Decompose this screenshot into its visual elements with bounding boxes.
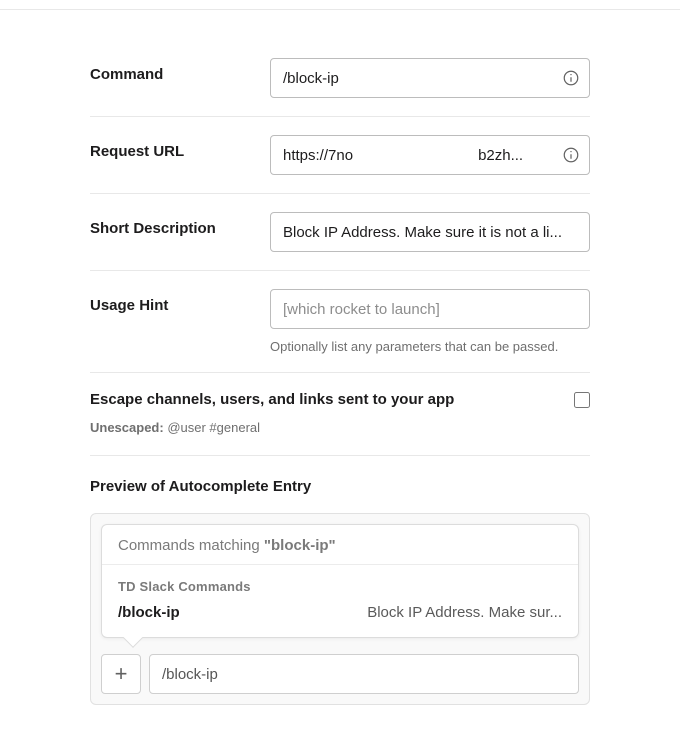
plus-icon: + xyxy=(115,661,128,687)
row-request-url: Request URL xyxy=(90,117,590,194)
usage-hint-input[interactable] xyxy=(270,289,590,329)
escape-sub-rest: @user #general xyxy=(164,420,260,435)
label-command: Command xyxy=(90,58,270,83)
row-command: Command xyxy=(90,40,590,117)
label-short-description: Short Description xyxy=(90,212,270,237)
request-url-input[interactable] xyxy=(270,135,590,175)
matching-prefix: Commands matching xyxy=(118,537,264,554)
label-escape: Escape channels, users, and links sent t… xyxy=(90,391,454,408)
add-button[interactable]: + xyxy=(101,654,141,694)
tooltip-head: Commands matching "block-ip" xyxy=(102,525,578,565)
escape-checkbox[interactable] xyxy=(574,392,590,408)
command-line[interactable]: /block-ip Block IP Address. Make sur... xyxy=(118,604,562,621)
info-icon[interactable] xyxy=(562,146,580,164)
tooltip-body: TD Slack Commands /block-ip Block IP Add… xyxy=(102,565,578,637)
usage-hint-helper: Optionally list any parameters that can … xyxy=(270,339,590,354)
matching-query: "block-ip" xyxy=(264,537,336,554)
compose-row: + xyxy=(101,654,579,694)
row-usage-hint: Usage Hint Optionally list any parameter… xyxy=(90,271,590,373)
compose-input[interactable] xyxy=(149,654,579,694)
command-input[interactable] xyxy=(270,58,590,98)
app-name: TD Slack Commands xyxy=(118,579,562,594)
short-description-input[interactable] xyxy=(270,212,590,252)
label-request-url: Request URL xyxy=(90,135,270,160)
preview-box: Commands matching "block-ip" TD Slack Co… xyxy=(90,513,590,705)
command-description: Block IP Address. Make sur... xyxy=(367,604,562,621)
escape-subtext: Unescaped: @user #general xyxy=(90,420,590,435)
top-divider xyxy=(0,0,680,10)
autocomplete-tooltip: Commands matching "block-ip" TD Slack Co… xyxy=(101,524,579,638)
row-short-description: Short Description xyxy=(90,194,590,271)
command-name: /block-ip xyxy=(118,604,180,621)
form-container: Command Request URL xyxy=(0,10,680,735)
row-escape: Escape channels, users, and links sent t… xyxy=(90,373,590,456)
label-usage-hint: Usage Hint xyxy=(90,289,270,314)
preview-title: Preview of Autocomplete Entry xyxy=(90,478,590,495)
escape-sub-strong: Unescaped: xyxy=(90,420,164,435)
info-icon[interactable] xyxy=(562,69,580,87)
